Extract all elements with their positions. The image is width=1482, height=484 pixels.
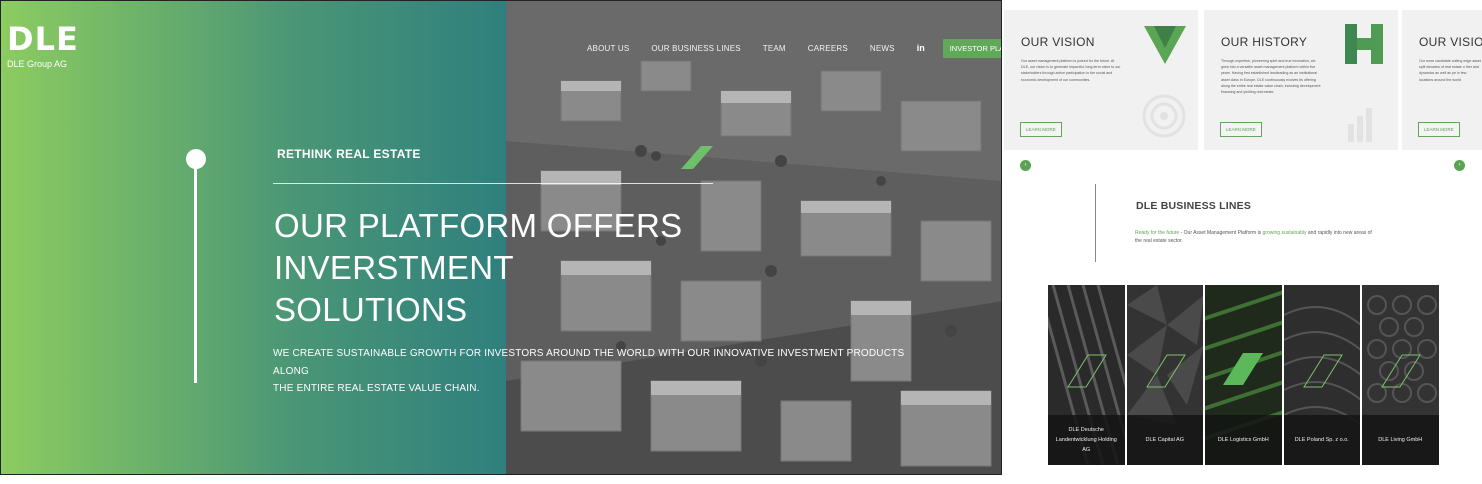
target-icon <box>1142 94 1186 138</box>
hero-divider <box>273 183 713 184</box>
highlight-text: Ready for the future <box>1135 230 1180 236</box>
business-line-card[interactable]: DLE Capital AG <box>1126 285 1203 465</box>
timeline-line <box>194 163 197 383</box>
company-name: DLE Group AG <box>7 59 68 69</box>
right-panel: OUR VISION Our asset management platform… <box>1004 0 1482 484</box>
history-card: OUR HISTORY Through expertise, pioneerin… <box>1204 10 1398 150</box>
bar-chart-icon <box>1348 108 1372 142</box>
highlight-text: growing sustainably <box>1262 230 1307 236</box>
business-line-label: DLE Deutsche Landentwicklung Holding AG <box>1055 427 1117 453</box>
card-title: OUR HISTORY <box>1221 35 1308 49</box>
vision-card: OUR VISION Our asset management platform… <box>1004 10 1198 150</box>
hero-title-line: INVERSTMENT <box>274 249 514 286</box>
business-line-card[interactable]: DLE Deutsche Landentwicklung Holding AG <box>1048 285 1125 465</box>
business-lines-grid: DLE Deutsche Landentwicklung Holding AG … <box>1048 285 1439 465</box>
carousel-prev-button[interactable]: ‹ <box>1020 160 1031 171</box>
hero-subtitle-line: WE CREATE SUSTAINABLE GROWTH FOR INVESTO… <box>273 348 905 377</box>
business-line-label: DLE Living GmbH <box>1378 437 1423 443</box>
business-line-card[interactable]: DLE Poland Sp. z o.o. <box>1283 285 1360 465</box>
hero-subtitle-line: THE ENTIRE REAL ESTATE VALUE CHAIN. <box>273 383 480 394</box>
business-line-label: DLE Logistics GmbH <box>1217 437 1269 443</box>
card-text: Our asset management platform is poised … <box>1021 59 1121 82</box>
nav-careers[interactable]: CAREERS <box>808 44 848 53</box>
card-text: Our more candidate cutting edge asset sp… <box>1419 59 1481 82</box>
body-text: - Our Asset Management Platform is <box>1179 230 1263 236</box>
carousel-next-button[interactable]: › <box>1454 160 1465 171</box>
nav-about-us[interactable]: ABOUT US <box>587 44 629 53</box>
nav-team[interactable]: TEAM <box>763 44 786 53</box>
hero-title-line: SOLUTIONS <box>274 291 468 328</box>
learn-more-button[interactable]: LEARN MORE <box>1020 122 1062 137</box>
nav-news[interactable]: NEWS <box>870 44 895 53</box>
hero-title-line: OUR PLATFORM OFFERS <box>274 207 683 244</box>
learn-more-button[interactable]: LEARN MORE <box>1220 122 1262 137</box>
nav-business-lines[interactable]: OUR BUSINESS LINES <box>651 44 740 53</box>
business-lines-text: Ready for the future - Our Asset Managem… <box>1135 230 1375 245</box>
hero-title: OUR PLATFORM OFFERS INVERSTMENT SOLUTION… <box>274 205 694 331</box>
investor-platform-button[interactable]: INVESTOR PLATFORM <box>942 38 1001 58</box>
business-line-label: DLE Capital AG <box>1145 437 1185 443</box>
card-title: OUR VISIO <box>1419 35 1482 49</box>
business-line-label: DLE Poland Sp. z o.o. <box>1294 437 1349 443</box>
hero-kicker: RETHINK REAL ESTATE <box>277 147 421 161</box>
main-nav: ABOUT US OUR BUSINESS LINES TEAM CAREERS… <box>587 38 1001 58</box>
card-text: Through expertise, pioneering spirit and… <box>1221 59 1321 95</box>
v-logo-icon <box>1144 26 1186 64</box>
dle-logo[interactable]: DLE <box>7 23 79 55</box>
business-lines-divider <box>1095 184 1096 262</box>
business-line-card[interactable]: DLE Living GmbH <box>1362 285 1439 465</box>
hero-subtitle: WE CREATE SUSTAINABLE GROWTH FOR INVESTO… <box>273 345 913 398</box>
business-lines-title: DLE BUSINESS LINES <box>1136 200 1252 212</box>
page: DLE DLE Group AG ABOUT US OUR BUSINESS L… <box>0 0 1482 484</box>
h-logo-icon <box>1345 24 1383 64</box>
vision-card-partial: OUR VISIO Our more candidate cutting edg… <box>1402 10 1482 150</box>
linkedin-icon[interactable]: in <box>917 43 925 53</box>
hero-section: DLE DLE Group AG ABOUT US OUR BUSINESS L… <box>0 0 1002 475</box>
card-title: OUR VISION <box>1021 35 1095 49</box>
learn-more-button[interactable]: LEARN MORE <box>1418 122 1460 137</box>
business-line-card[interactable]: DLE Logistics GmbH <box>1205 285 1282 465</box>
